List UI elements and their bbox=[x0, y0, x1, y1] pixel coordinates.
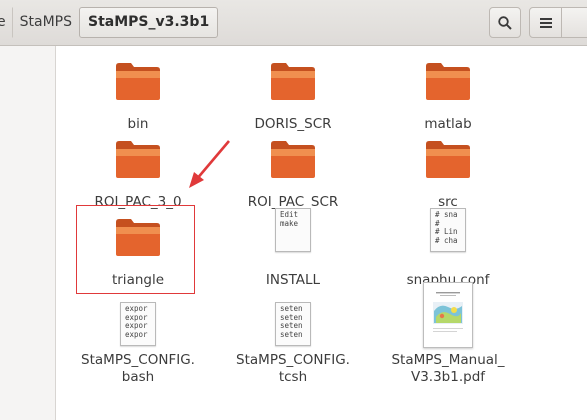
file-name: matlab bbox=[424, 116, 472, 132]
file-item-snaphu-conf[interactable]: # sna # # Lin # cha snaphu.conf bbox=[370, 206, 526, 289]
folder-icon bbox=[271, 63, 315, 100]
search-button[interactable] bbox=[489, 7, 521, 38]
list-view-button[interactable] bbox=[530, 8, 561, 37]
pdf-page-preview bbox=[433, 292, 463, 332]
text-file-icon: expor expor expor expor bbox=[120, 302, 156, 346]
file-item-doris-scr[interactable]: DORIS_SCR bbox=[215, 56, 371, 133]
file-item-bin[interactable]: bin bbox=[60, 56, 216, 133]
file-name: ROI_PAC_3_0 bbox=[94, 194, 182, 210]
file-name: StaMPS_CONFIG. bash bbox=[81, 352, 195, 385]
file-item-triangle[interactable]: triangle bbox=[60, 212, 216, 289]
breadcrumb-item-parent[interactable]: e bbox=[0, 7, 13, 38]
file-name: bin bbox=[127, 116, 149, 132]
file-grid: bin DORIS_SCR matlab ROI_PAC_3_0 ROI_PAC… bbox=[56, 46, 587, 420]
breadcrumb-item-stamps[interactable]: StaMPS bbox=[13, 7, 79, 38]
folder-icon bbox=[116, 63, 160, 100]
file-item-stamps-config-tcsh[interactable]: seten seten seten seten StaMPS_CONFIG. t… bbox=[215, 302, 371, 386]
file-item-stamps-config-bash[interactable]: expor expor expor expor StaMPS_CONFIG. b… bbox=[60, 302, 216, 386]
file-name: triangle bbox=[111, 272, 165, 288]
list-view-icon bbox=[539, 17, 552, 28]
file-item-matlab[interactable]: matlab bbox=[370, 56, 526, 133]
file-item-install[interactable]: Edit make INSTALL bbox=[215, 206, 371, 289]
file-item-roi-pac-scr[interactable]: ROI_PAC_SCR bbox=[215, 134, 371, 211]
view-options-button[interactable] bbox=[561, 8, 587, 37]
text-file-icon: seten seten seten seten bbox=[275, 302, 311, 346]
folder-icon bbox=[426, 63, 470, 100]
search-icon bbox=[498, 15, 512, 30]
folder-icon bbox=[426, 141, 470, 178]
header-bar: e StaMPS StaMPS_v3.3b1 bbox=[0, 0, 587, 46]
pdf-thumbnail-icon bbox=[423, 282, 473, 348]
file-name: INSTALL bbox=[265, 272, 321, 288]
file-name: StaMPS_CONFIG. tcsh bbox=[236, 352, 350, 385]
sidebar bbox=[0, 46, 56, 420]
file-name: StaMPS_Manual_ V3.3b1.pdf bbox=[391, 352, 505, 385]
file-name: DORIS_SCR bbox=[254, 116, 332, 132]
folder-icon bbox=[271, 141, 315, 178]
file-item-src[interactable]: src bbox=[370, 134, 526, 211]
breadcrumb: e StaMPS StaMPS_v3.3b1 bbox=[0, 7, 219, 38]
folder-icon bbox=[116, 141, 160, 178]
folder-icon bbox=[116, 219, 160, 256]
text-file-icon: Edit make bbox=[275, 208, 311, 252]
text-file-icon: # sna # # Lin # cha bbox=[430, 208, 466, 252]
file-item-stamps-manual-pdf[interactable]: StaMPS_Manual_ V3.3b1.pdf bbox=[370, 282, 526, 386]
view-toggle-group bbox=[529, 7, 587, 38]
annotation-arrow-icon bbox=[189, 140, 230, 188]
breadcrumb-item-current[interactable]: StaMPS_v3.3b1 bbox=[79, 7, 219, 38]
